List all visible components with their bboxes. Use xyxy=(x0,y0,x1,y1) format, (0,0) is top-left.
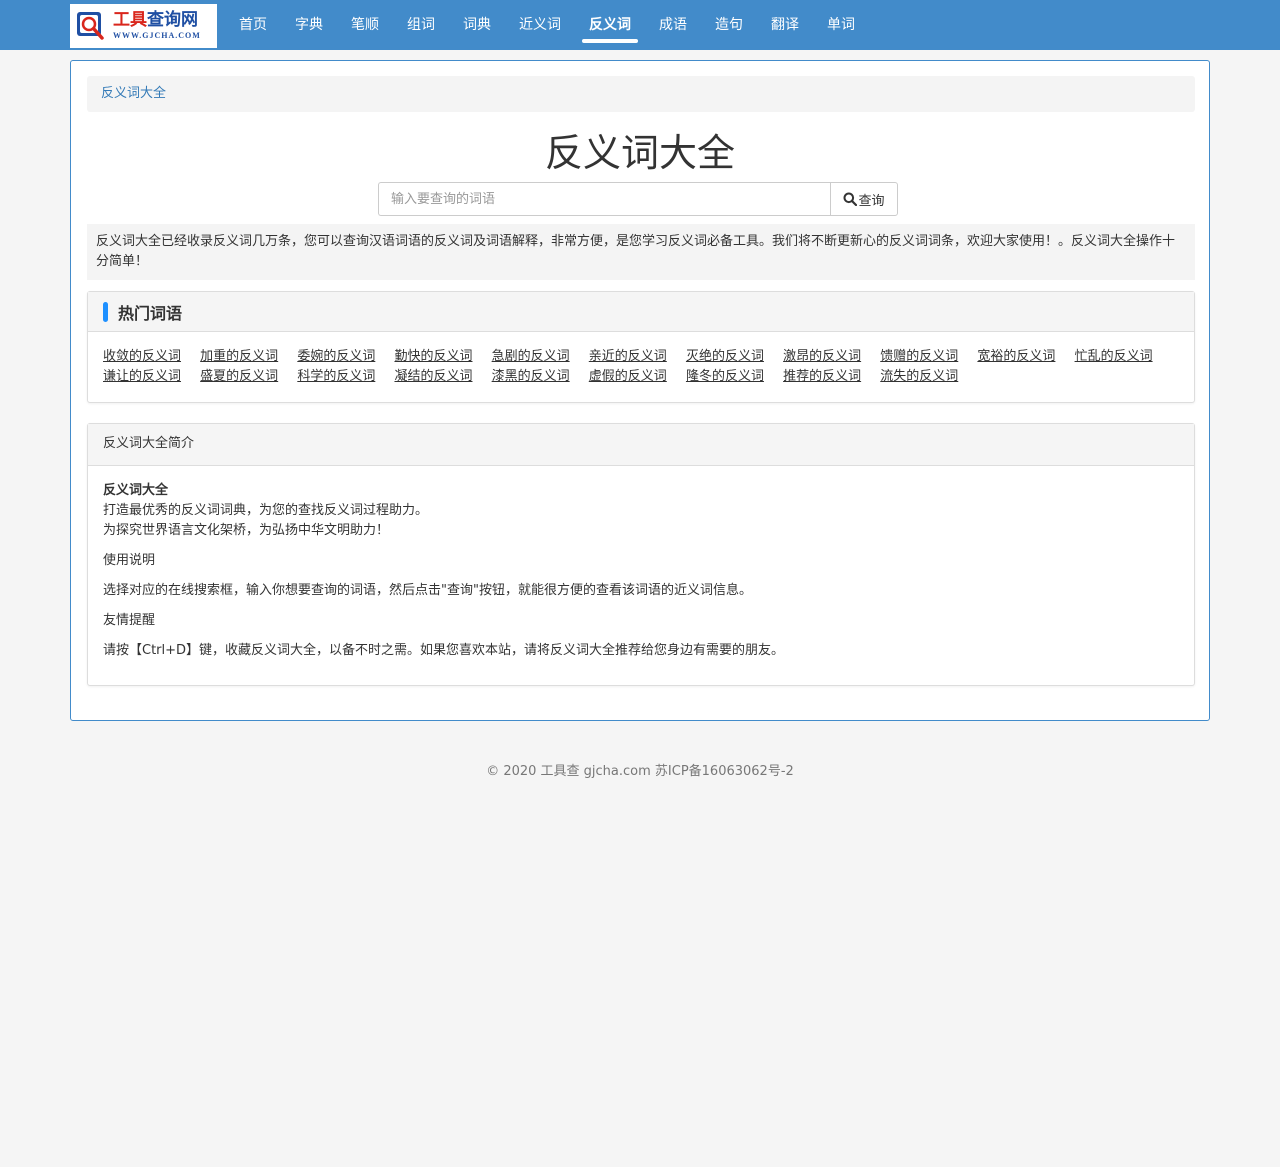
hot-word-link[interactable]: 忙乱的反义词 xyxy=(1075,349,1153,364)
nav-item-sentences[interactable]: 造句 xyxy=(701,0,757,50)
about-line-2: 为探究世界语言文化架桥，为弘扬中华文明助力！ xyxy=(103,523,390,538)
hot-word-link[interactable]: 谦让的反义词 xyxy=(103,369,181,384)
hot-word-link[interactable]: 流失的反义词 xyxy=(880,369,958,384)
tip-text: 请按【Ctrl+D】键，收藏反义词大全，以备不时之需。如果您喜欢本站，请将反义词… xyxy=(103,643,785,658)
nav-item-synonyms[interactable]: 近义词 xyxy=(505,0,575,50)
logo-title-red: 工具 xyxy=(113,9,147,30)
hot-word-link[interactable]: 急剧的反义词 xyxy=(492,349,570,364)
nav-item-dictionary[interactable]: 字典 xyxy=(281,0,337,50)
search-button-label: 查询 xyxy=(858,193,885,209)
nav-item-translate[interactable]: 翻译 xyxy=(757,0,813,50)
nav-item-lexicon[interactable]: 词典 xyxy=(449,0,505,50)
hot-word-link[interactable]: 漆黑的反义词 xyxy=(492,369,570,384)
footer-copyright: © 2020 工具查 gjcha.com 苏ICP备16063062号-2 xyxy=(486,764,794,779)
tip-title: 友情提醒 xyxy=(103,613,156,628)
about-panel: 反义词大全简介 反义词大全 打造最优秀的反义词词典，为您的查找反义词过程助力。 … xyxy=(87,423,1195,686)
heading-accent-bar xyxy=(103,301,108,322)
nav-item-home[interactable]: 首页 xyxy=(225,0,281,50)
hot-word-link[interactable]: 馈赠的反义词 xyxy=(880,349,958,364)
page-title: 反义词大全 xyxy=(544,131,735,175)
logo-url: WWW.GJCHA.COM xyxy=(113,30,201,40)
top-navbar: 工具查询网 WWW.GJCHA.COM 首页 字典 笔顺 组词 词典 近义词 反… xyxy=(0,0,1280,50)
usage-text: 选择对应的在线搜索框，输入你想要查询的词语，然后点击"查询"按钮，就能很方便的查… xyxy=(103,583,752,598)
nav-item-antonyms[interactable]: 反义词 xyxy=(575,0,645,50)
main-container: 反义词大全 反义词大全 查询 反义词大全已经收录反义词几万条，您可以查询汉语词语… xyxy=(70,60,1210,721)
hot-word-link[interactable]: 灭绝的反义词 xyxy=(686,349,764,364)
hot-word-link[interactable]: 加重的反义词 xyxy=(200,349,278,364)
about-line-1: 打造最优秀的反义词词典，为您的查找反义词过程助力。 xyxy=(103,503,429,518)
hot-word-link[interactable]: 虚假的反义词 xyxy=(589,369,667,384)
intro-text: 反义词大全已经收录反义词几万条，您可以查询汉语词语的反义词及词语解释，非常方便，… xyxy=(87,224,1195,280)
nav-item-stroke-order[interactable]: 笔顺 xyxy=(337,0,393,50)
hot-words-list: 收敛的反义词 加重的反义词 委婉的反义词 勤快的反义词 急剧的反义词 亲近的反义… xyxy=(88,332,1194,387)
search-input[interactable] xyxy=(378,182,830,216)
hot-word-link[interactable]: 委婉的反义词 xyxy=(297,349,375,364)
site-logo[interactable]: 工具查询网 WWW.GJCHA.COM xyxy=(70,3,217,48)
logo-title-blue: 查询网 xyxy=(147,9,198,30)
search-button[interactable]: 查询 xyxy=(830,182,898,216)
about-heading: 反义词大全简介 xyxy=(88,424,1194,466)
hot-word-link[interactable]: 盛夏的反义词 xyxy=(200,369,278,384)
about-body: 反义词大全 打造最优秀的反义词词典，为您的查找反义词过程助力。 为探究世界语言文… xyxy=(88,466,1194,661)
logo-text: 工具查询网 WWW.GJCHA.COM xyxy=(113,9,201,40)
about-site-name: 反义词大全 xyxy=(103,483,169,498)
usage-title: 使用说明 xyxy=(103,553,156,568)
hot-word-link[interactable]: 勤快的反义词 xyxy=(394,349,472,364)
nav-item-idioms[interactable]: 成语 xyxy=(645,0,701,50)
nav-item-word-building[interactable]: 组词 xyxy=(393,0,449,50)
hot-word-link[interactable]: 推荐的反义词 xyxy=(783,369,861,384)
hot-words-heading: 热门词语 xyxy=(88,292,1194,332)
breadcrumb-current-link[interactable]: 反义词大全 xyxy=(101,86,166,101)
navbar-inner: 工具查询网 WWW.GJCHA.COM 首页 字典 笔顺 组词 词典 近义词 反… xyxy=(70,0,869,50)
logo-title: 工具查询网 xyxy=(113,9,201,30)
breadcrumb: 反义词大全 xyxy=(87,76,1195,112)
main-nav: 首页 字典 笔顺 组词 词典 近义词 反义词 成语 造句 翻译 单词 xyxy=(225,0,869,50)
hot-word-link[interactable]: 宽裕的反义词 xyxy=(977,349,1055,364)
nav-item-words[interactable]: 单词 xyxy=(813,0,869,50)
hot-word-link[interactable]: 隆冬的反义词 xyxy=(686,369,764,384)
hot-word-link[interactable]: 科学的反义词 xyxy=(297,369,375,384)
hot-words-title: 热门词语 xyxy=(118,303,183,323)
logo-magnifier-icon xyxy=(76,9,108,43)
hot-word-link[interactable]: 亲近的反义词 xyxy=(589,349,667,364)
about-intro-block: 反义词大全 打造最优秀的反义词词典，为您的查找反义词过程助力。 为探究世界语言文… xyxy=(103,481,1179,541)
search-group: 查询 xyxy=(378,182,898,216)
hot-word-link[interactable]: 凝结的反义词 xyxy=(394,369,472,384)
search-icon xyxy=(843,192,858,206)
hot-word-link[interactable]: 收敛的反义词 xyxy=(103,349,181,364)
hot-word-link[interactable]: 激昂的反义词 xyxy=(783,349,861,364)
hot-words-panel: 热门词语 收敛的反义词 加重的反义词 委婉的反义词 勤快的反义词 急剧的反义词 … xyxy=(87,291,1195,403)
